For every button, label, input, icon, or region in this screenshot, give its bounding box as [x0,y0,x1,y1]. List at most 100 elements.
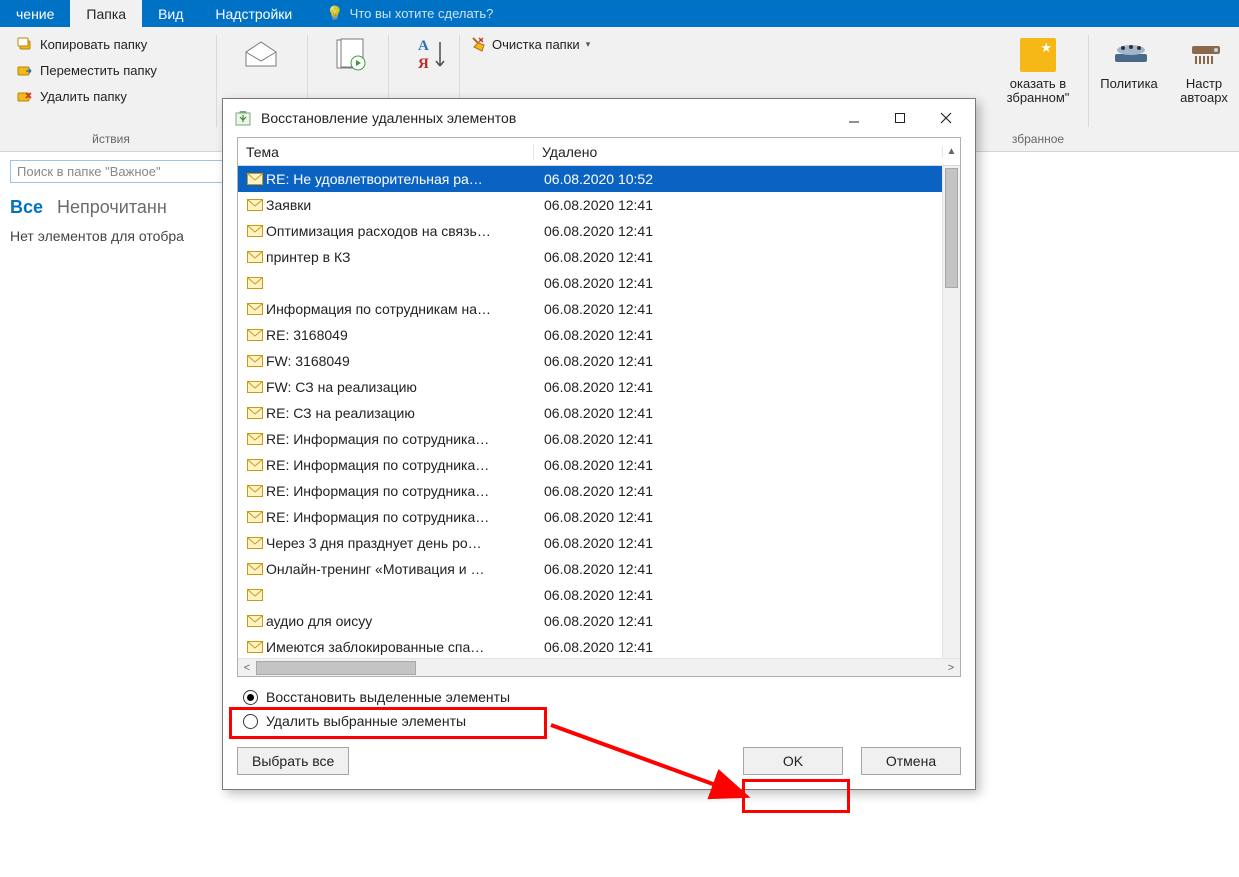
list-item-deleted: 06.08.2020 12:41 [536,223,653,239]
folder-cleanup-button[interactable]: Очистка папки ▾ [468,33,652,55]
show-in-favorites-button[interactable]: оказать взбранном" [993,33,1083,110]
copy-folder-icon [16,35,34,53]
purge-radio[interactable]: Удалить выбранные элементы [243,713,961,729]
list-item-deleted: 06.08.2020 12:41 [536,353,653,369]
purge-radio-label: Удалить выбранные элементы [266,713,466,729]
policy-button[interactable]: Политика [1094,33,1164,95]
mail-icon [244,433,266,445]
list-item-deleted: 06.08.2020 12:41 [536,457,653,473]
mail-icon [244,329,266,341]
list-item-subject: Информация по сотрудникам на… [266,301,536,317]
broom-icon [470,35,488,53]
list-item[interactable]: принтер в КЗ06.08.2020 12:41 [238,244,942,270]
list-item[interactable]: RE: СЗ на реализацию06.08.2020 12:41 [238,400,942,426]
list-item[interactable]: 06.08.2020 12:41 [238,270,942,296]
shredder-icon [1186,37,1222,73]
search-input[interactable]: Поиск в папке "Важное" [10,160,226,183]
list-item-deleted: 06.08.2020 12:41 [536,327,653,343]
mail-icon [244,485,266,497]
list-item[interactable]: RE: Информация по сотрудника…06.08.2020 … [238,504,942,530]
move-folder-button[interactable]: Переместить папку [14,59,214,81]
sort-az-button[interactable]: АЯ [397,33,467,81]
page-play-icon [333,37,369,73]
dialog-titlebar[interactable]: Восстановление удаленных элементов [223,99,975,137]
copy-folder-button[interactable]: Копировать папку [14,33,214,55]
ok-button[interactable]: OK [743,747,843,775]
mark-all-read-button[interactable] [225,33,295,81]
mail-icon [244,303,266,315]
tab-folder[interactable]: Папка [70,0,142,27]
close-button[interactable] [923,101,969,135]
list-item-subject: RE: СЗ на реализацию [266,405,536,421]
svg-text:Я: Я [418,56,429,72]
delete-folder-label: Удалить папку [40,89,127,104]
minimize-button[interactable] [831,101,877,135]
mail-icon [244,511,266,523]
tab-cut-prev[interactable]: чение [0,0,70,27]
list-item-deleted: 06.08.2020 12:41 [536,405,653,421]
column-deleted[interactable]: Удалено [534,144,942,160]
list-item-deleted: 06.08.2020 12:41 [536,483,653,499]
list-item[interactable]: RE: Не удовлетворительная ра…06.08.2020 … [238,166,942,192]
mail-icon [244,355,266,367]
list-item[interactable]: аудио для оисуу06.08.2020 12:41 [238,608,942,634]
delete-folder-button[interactable]: Удалить папку [14,85,214,107]
list-item[interactable]: Онлайн-тренинг «Мотивация и …06.08.2020 … [238,556,942,582]
list-item-deleted: 06.08.2020 12:41 [536,197,653,213]
list-item-deleted: 06.08.2020 10:52 [536,171,653,187]
list-item[interactable]: Заявки06.08.2020 12:41 [238,192,942,218]
move-folder-icon [16,61,34,79]
cancel-button[interactable]: Отмена [861,747,961,775]
recover-deleted-dialog: Восстановление удаленных элементов Тема … [222,98,976,790]
scroll-up-button[interactable]: ▲ [942,146,960,157]
list-item[interactable]: FW: СЗ на реализацию06.08.2020 12:41 [238,374,942,400]
lightbulb-icon: 💡 [326,5,343,22]
copy-folder-label: Копировать папку [40,37,147,52]
list-item[interactable]: FW: 316804906.08.2020 12:41 [238,348,942,374]
list-item[interactable]: RE: Информация по сотрудника…06.08.2020 … [238,452,942,478]
list-item-subject: Имеются заблокированные спа… [266,639,536,655]
filter-all[interactable]: Все [10,197,43,218]
restore-radio[interactable]: Восстановить выделенные элементы [243,689,961,705]
scroll-left-button[interactable]: < [238,662,256,674]
run-rules-button[interactable] [316,33,386,81]
list-header: Тема Удалено ▲ [238,138,960,166]
ribbon-group-favorites-label: збранное [1012,129,1064,149]
mail-icon [244,589,266,601]
show-in-favorites-label: оказать взбранном" [1007,77,1070,106]
list-item[interactable]: Через 3 дня празднует день ро…06.08.2020… [238,530,942,556]
list-item[interactable]: Имеются заблокированные спа…06.08.2020 1… [238,634,942,658]
list-item-deleted: 06.08.2020 12:41 [536,275,653,291]
mail-icon [244,251,266,263]
maximize-button[interactable] [877,101,923,135]
list-item[interactable]: RE: Информация по сотрудника…06.08.2020 … [238,426,942,452]
list-item[interactable]: RE: 316804906.08.2020 12:41 [238,322,942,348]
list-item-subject: принтер в КЗ [266,249,536,265]
list-item-subject: Через 3 дня празднует день ро… [266,535,536,551]
horizontal-scrollbar[interactable]: < > [238,658,960,676]
scroll-right-button[interactable]: > [942,662,960,674]
list-item-deleted: 06.08.2020 12:41 [536,587,653,603]
column-subject[interactable]: Тема [238,144,534,160]
autoarchive-settings-button[interactable]: Настравтоарх [1169,33,1239,110]
list-item[interactable]: RE: Информация по сотрудника…06.08.2020 … [238,478,942,504]
select-all-button[interactable]: Выбрать все [237,747,349,775]
envelope-open-icon [242,37,278,73]
dialog-title: Восстановление удаленных элементов [261,110,831,126]
dropdown-caret-icon: ▾ [586,39,591,50]
tell-me[interactable]: 💡 Что вы хотите сделать? [316,0,503,27]
sort-az-icon: АЯ [414,37,450,73]
list-item[interactable]: Информация по сотрудникам на…06.08.2020 … [238,296,942,322]
vertical-scrollbar[interactable] [942,166,960,658]
mail-icon [244,407,266,419]
list-item-subject: Оптимизация расходов на связь… [266,223,536,239]
filter-unread[interactable]: Непрочитанн [57,197,167,218]
folder-cleanup-label: Очистка папки [492,37,580,52]
list-item[interactable]: Оптимизация расходов на связь…06.08.2020… [238,218,942,244]
list-item-deleted: 06.08.2020 12:41 [536,561,653,577]
list-item[interactable]: 06.08.2020 12:41 [238,582,942,608]
list-item-subject: RE: Информация по сотрудника… [266,457,536,473]
restore-radio-label: Восстановить выделенные элементы [266,689,510,705]
tab-addins[interactable]: Надстройки [199,0,308,27]
tab-view[interactable]: Вид [142,0,199,27]
